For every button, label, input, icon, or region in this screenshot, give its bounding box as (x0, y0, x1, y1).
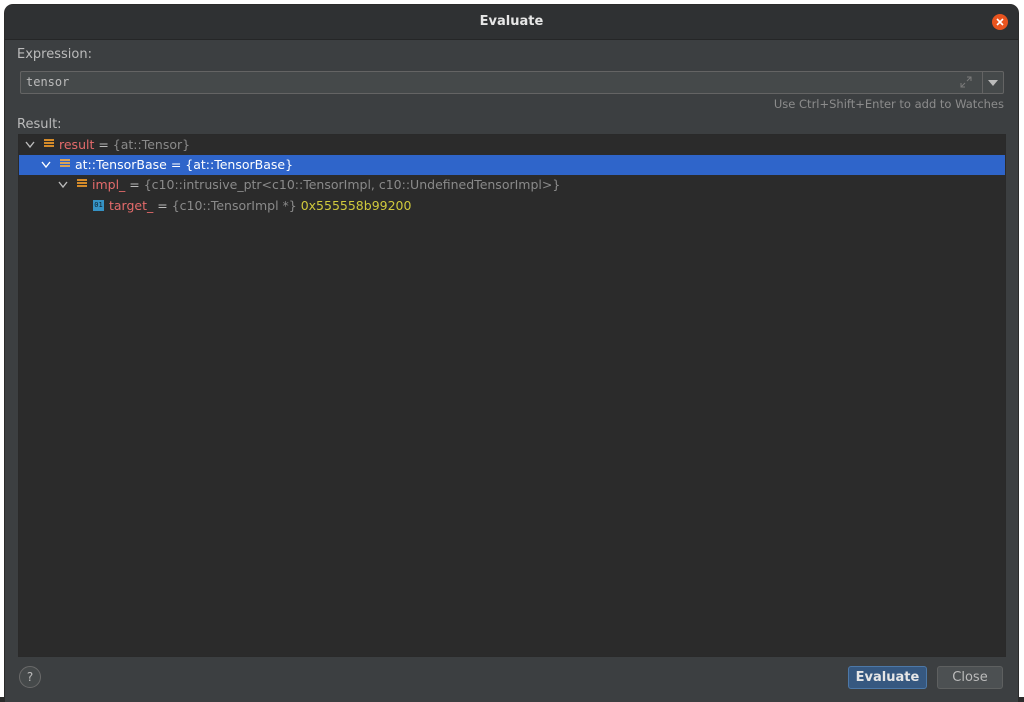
result-tree[interactable]: result = {at::Tensor} at::TensorBase = {… (18, 134, 1006, 657)
variable-type: {at::TensorBase} (185, 157, 294, 172)
evaluate-dialog: Evaluate Expression: tensor Use Ctrl+Shi… (5, 5, 1018, 702)
variable-type: {c10::intrusive_ptr<c10::TensorImpl, c10… (143, 177, 561, 192)
history-dropdown-button[interactable] (982, 72, 1003, 93)
tree-row-impl[interactable]: impl_ = {c10::intrusive_ptr<c10::TensorI… (19, 175, 1005, 195)
watches-hint: Use Ctrl+Shift+Enter to add to Watches (773, 97, 1004, 111)
field-icon (44, 139, 54, 150)
equals-sign: = (153, 198, 172, 213)
variable-name: impl_ (92, 177, 126, 192)
help-button[interactable]: ? (19, 666, 41, 688)
tree-row-target[interactable]: 01 target_ = {c10::TensorImpl *} 0x55555… (19, 196, 1005, 216)
tree-row-result[interactable]: result = {at::Tensor} (19, 135, 1005, 155)
tree-row-tensorbase[interactable]: at::TensorBase = {at::TensorBase} (19, 155, 1005, 175)
variable-type: {c10::TensorImpl *} (171, 198, 297, 213)
variable-name: at::TensorBase (75, 157, 167, 172)
field-icon (77, 179, 87, 190)
x-icon (996, 18, 1004, 26)
equals-sign: = (125, 177, 144, 192)
chevron-down-icon (988, 80, 998, 86)
evaluate-button[interactable]: Evaluate (848, 666, 927, 689)
expression-field[interactable]: tensor (20, 71, 1004, 94)
pointer-value-icon: 01 (93, 200, 104, 211)
chevron-down-icon[interactable] (41, 161, 51, 169)
close-button[interactable]: Close (937, 666, 1003, 689)
chevron-down-icon[interactable] (25, 141, 35, 149)
field-icon (60, 159, 70, 170)
equals-sign: = (94, 137, 113, 152)
variable-name: target_ (109, 198, 154, 213)
title-bar: Evaluate (5, 5, 1018, 40)
equals-sign: = (166, 157, 186, 172)
dialog-title: Evaluate (479, 14, 544, 29)
expression-label: Expression: (17, 47, 92, 62)
pointer-address: 0x555558b99200 (296, 198, 412, 213)
close-window-icon[interactable] (992, 14, 1008, 30)
result-label: Result: (17, 117, 62, 132)
expression-input-text[interactable]: tensor (26, 75, 69, 89)
variable-name: result (59, 137, 95, 152)
variable-type: {at::Tensor} (112, 137, 191, 152)
chevron-down-icon[interactable] (58, 181, 68, 189)
expand-editor-icon[interactable] (959, 75, 973, 89)
